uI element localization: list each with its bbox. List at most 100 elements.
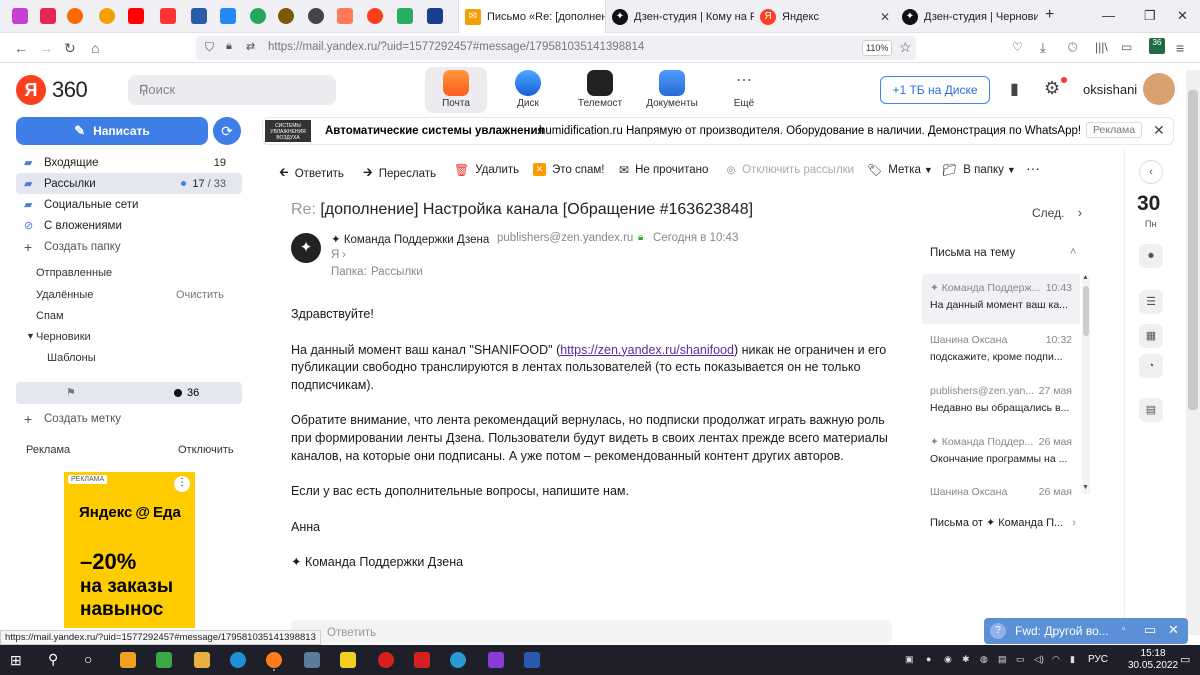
windows-start-icon[interactable]: ⊞ bbox=[10, 652, 22, 669]
pinned-tab-icon[interactable] bbox=[427, 8, 443, 24]
sender-name[interactable]: ✦ Команда Поддержки Дзена bbox=[331, 232, 489, 246]
twitch-icon[interactable] bbox=[488, 652, 504, 668]
permissions-icon[interactable]: ⇄ bbox=[246, 40, 255, 53]
minimize-button[interactable]: — bbox=[1102, 8, 1115, 23]
back-icon[interactable]: ← bbox=[14, 40, 28, 56]
service-telemost[interactable]: Телемост bbox=[569, 67, 631, 113]
pinned-tab-icon[interactable] bbox=[12, 8, 28, 24]
expand-icon[interactable]: ▭ bbox=[1144, 622, 1156, 638]
thread-scroll-thumb[interactable] bbox=[1083, 286, 1089, 336]
volume-icon[interactable]: ◁) bbox=[1034, 654, 1044, 665]
service-disk[interactable]: Диск bbox=[497, 67, 559, 113]
scroll-thumb[interactable] bbox=[1188, 90, 1198, 410]
app-icon[interactable] bbox=[450, 652, 466, 668]
tray-icon[interactable]: ▮ bbox=[1070, 654, 1075, 665]
pinned-tab-icon[interactable] bbox=[397, 8, 413, 24]
folder-name[interactable]: Рассылки bbox=[371, 266, 423, 278]
new-tab-button[interactable]: + bbox=[1045, 6, 1054, 24]
compose-button[interactable]: ✎ Написать bbox=[16, 117, 208, 145]
home-icon[interactable]: ⌂ bbox=[91, 40, 99, 56]
close-window-button[interactable]: ✕ bbox=[1177, 8, 1188, 24]
pocket-icon[interactable]: ♡ bbox=[1012, 40, 1023, 54]
tray-icon[interactable]: ● bbox=[926, 654, 931, 664]
pinned-tab-icon[interactable] bbox=[160, 8, 176, 24]
search-icon[interactable]: ⚲ bbox=[48, 651, 58, 668]
search-icon[interactable]: ⚲ bbox=[139, 82, 149, 98]
shield-icon[interactable]: ⛉ bbox=[205, 40, 214, 55]
folder-trash[interactable]: Удалённые bbox=[36, 289, 93, 301]
refresh-button[interactable]: ⟳ bbox=[213, 117, 241, 145]
sidebar-icon[interactable]: ▭ bbox=[1121, 40, 1132, 54]
thread-scrollbar[interactable]: ▲ ▼ bbox=[1082, 274, 1090, 494]
vk-icon[interactable] bbox=[220, 8, 236, 24]
tray-icon[interactable]: ◍ bbox=[980, 654, 988, 665]
maximize-button[interactable]: ❐ bbox=[1144, 8, 1156, 24]
chevron-right-icon[interactable]: › bbox=[342, 249, 346, 261]
app-icon[interactable] bbox=[378, 652, 394, 668]
flag-icon[interactable]: ⚑ bbox=[66, 386, 76, 399]
thread-item[interactable]: Шанина Оксана 10:32 подскажите, кроме под… bbox=[930, 334, 1072, 363]
system-clock[interactable]: 15:18 30.05.2022 bbox=[1128, 648, 1178, 672]
pinned-tab-icon[interactable] bbox=[67, 8, 83, 24]
gear-icon[interactable]: ⚙ bbox=[1044, 78, 1060, 99]
document-icon[interactable]: ▤ bbox=[1139, 398, 1163, 422]
label-button[interactable]: 🏷︎ Метка ▼ bbox=[867, 163, 933, 177]
username[interactable]: oksishani bbox=[1083, 82, 1137, 97]
tab-yandex[interactable]: Я Яндекс ✕ bbox=[754, 0, 896, 33]
pinned-tab-icon[interactable] bbox=[250, 8, 266, 24]
collapse-button[interactable]: ‹ bbox=[1139, 160, 1163, 184]
extension-icon[interactable]: 36 bbox=[1149, 38, 1165, 54]
app-icon[interactable] bbox=[304, 652, 320, 668]
more-actions-button[interactable]: ··· bbox=[1026, 160, 1040, 176]
zoom-level[interactable]: 110% bbox=[862, 40, 893, 56]
service-more[interactable]: ⋯ Ещё bbox=[713, 67, 775, 113]
apps-icon[interactable]: ▦ bbox=[1139, 324, 1163, 348]
firefox-icon[interactable] bbox=[266, 652, 282, 668]
folder-newsletters[interactable]: ▰ Рассылки 17 / 33 bbox=[16, 173, 242, 194]
pinned-tab-icon[interactable] bbox=[278, 8, 294, 24]
messages-from-sender-link[interactable]: Письма от ✦ Команда П... › bbox=[930, 516, 1076, 529]
page-scrollbar[interactable] bbox=[1186, 70, 1200, 635]
quick-reply-box[interactable]: 🡰 Ответить bbox=[291, 620, 892, 644]
avatar[interactable] bbox=[1143, 73, 1175, 105]
mark-unread-button[interactable]: ✉ Не прочитано bbox=[619, 163, 708, 177]
yandex-360-logo[interactable]: Я 360 bbox=[16, 75, 88, 105]
bookmark-star-icon[interactable]: ☆ bbox=[899, 39, 912, 56]
library-icon[interactable]: |||\ bbox=[1095, 40, 1108, 54]
chart-icon[interactable]: ◔ bbox=[1139, 354, 1163, 378]
pinned-tab-icon[interactable] bbox=[40, 8, 56, 24]
recipient[interactable]: Я bbox=[331, 249, 339, 261]
history-icon[interactable]: 🕓︎ bbox=[1068, 40, 1078, 55]
phone-icon[interactable]: ▮ bbox=[1010, 79, 1019, 99]
service-documents[interactable]: Документы bbox=[641, 67, 703, 113]
thread-item[interactable]: ✦ Команда Поддер... 26 мая Окончание прог… bbox=[930, 436, 1072, 465]
clear-trash-button[interactable]: Очистить bbox=[176, 289, 224, 301]
move-to-folder-button[interactable]: 📁︎ В папку ▼ bbox=[942, 163, 1016, 177]
tray-icon[interactable]: ▣ bbox=[905, 654, 914, 665]
pinned-tab-icon[interactable] bbox=[99, 8, 115, 24]
close-icon[interactable]: ✕ bbox=[874, 10, 890, 24]
delete-button[interactable]: 🗑︎ Удалить bbox=[454, 163, 519, 177]
forward-icon[interactable]: → bbox=[39, 40, 53, 56]
close-icon[interactable]: ✕ bbox=[1153, 122, 1165, 139]
channel-link[interactable]: https://zen.yandex.ru/shanifood bbox=[560, 343, 734, 357]
tab-dzen-studio[interactable]: ✦ Дзен-студия | Кому на Ру bbox=[606, 0, 754, 33]
file-explorer-icon[interactable] bbox=[194, 652, 210, 668]
download-icon[interactable]: ⤓ bbox=[1040, 40, 1046, 56]
edge-icon[interactable] bbox=[230, 652, 246, 668]
network-icon[interactable]: ▭ bbox=[1016, 654, 1025, 665]
reply-button[interactable]: 🡰 Ответить bbox=[279, 163, 344, 184]
telemost-icon[interactable]: ⏺ bbox=[1139, 244, 1163, 268]
tab-dzen-draft[interactable]: ✦ Дзен-студия | Черновик ✕ bbox=[896, 0, 1038, 33]
chevron-down-icon[interactable]: ▼ bbox=[26, 331, 35, 341]
wifi-icon[interactable]: ◠ bbox=[1052, 654, 1060, 665]
task-view-icon[interactable]: ○ bbox=[84, 651, 92, 667]
create-label-button[interactable]: + Создать метку bbox=[16, 408, 242, 429]
notes-icon[interactable]: ☰ bbox=[1139, 290, 1163, 314]
folder-spam[interactable]: Спам bbox=[36, 310, 64, 322]
language-indicator[interactable]: РУС bbox=[1088, 654, 1108, 665]
tab-mail[interactable]: ✉ Письмо «Re: [дополнени ✕ bbox=[458, 0, 606, 33]
close-icon[interactable]: ✕ bbox=[1168, 622, 1179, 638]
address-bar[interactable]: ⛉ 🔒︎ ⇄ https://mail.yandex.ru/?uid=15772… bbox=[196, 36, 916, 60]
reload-icon[interactable]: ↻ bbox=[64, 40, 76, 57]
